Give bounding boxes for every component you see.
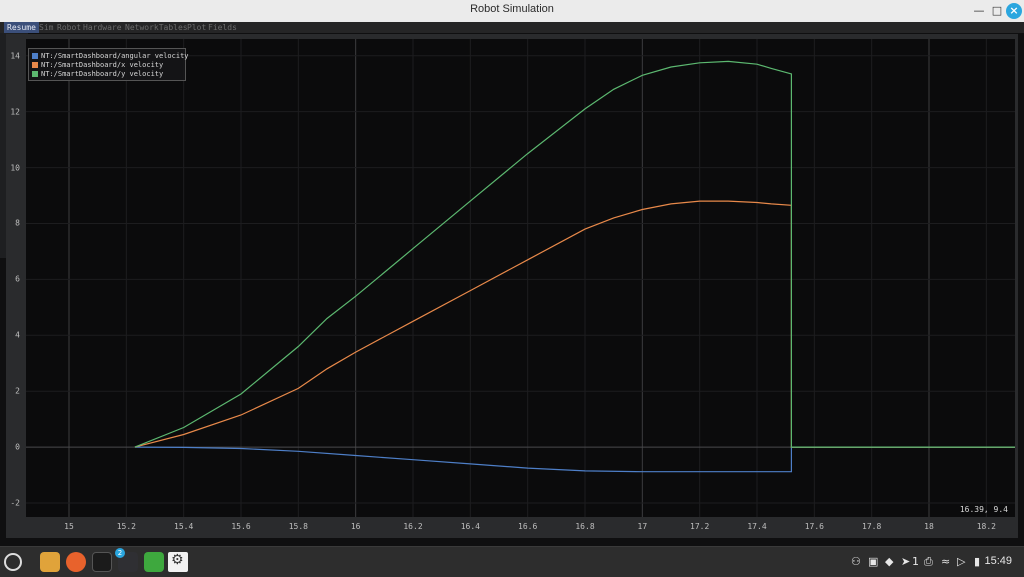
x-tick-label: 15 — [64, 522, 74, 531]
settings-gear-icon[interactable]: ⚙ — [168, 552, 188, 572]
legend-item-angular[interactable]: NT:/SmartDashboard/angular velocity — [32, 51, 189, 60]
y-tick-label: -2 — [10, 498, 20, 508]
series-line-2 — [134, 60, 1015, 448]
x-tick-label: 15.4 — [174, 522, 194, 531]
cursor-coordinate-readout: 16.39, 9.4 — [959, 505, 1008, 514]
vscode-icon[interactable]: 2 — [115, 548, 138, 572]
shield-icon[interactable] — [144, 552, 164, 572]
x-tick-label: 17.6 — [804, 522, 824, 531]
firefox-icon[interactable] — [66, 552, 86, 572]
notification-badge: 2 — [115, 548, 125, 558]
taskbar: 2 ⚙ ⚇ ▣ ◆ ➤ 1 ⎙ ≈ ▷ ▮ 15:49 — [0, 546, 1024, 577]
y-tick-label: 0 — [15, 442, 20, 452]
x-tick-label: 16 — [350, 522, 361, 531]
y-tick-label: 2 — [15, 386, 20, 396]
y-tick-label: 12 — [10, 107, 20, 117]
legend-label: NT:/SmartDashboard/x velocity — [41, 60, 164, 69]
x-tick-label: 17.4 — [747, 522, 767, 531]
workspace-number: 1 — [912, 555, 919, 568]
printer-icon[interactable]: ⎙ — [924, 555, 933, 569]
series-line-1 — [134, 200, 1015, 448]
volume-icon[interactable]: ▷ — [957, 555, 965, 568]
x-tick-label: 18 — [924, 522, 934, 531]
x-tick-label: 15.8 — [288, 522, 308, 531]
series-line-0 — [134, 446, 1015, 473]
security-icon[interactable]: ◆ — [885, 555, 893, 568]
x-tick-label: 16.6 — [518, 522, 538, 531]
clock: 15:49 — [984, 555, 1012, 567]
y-tick-label: 4 — [15, 330, 20, 340]
update-icon[interactable]: ➤ — [901, 555, 910, 568]
x-tick-label: 15.6 — [231, 522, 251, 531]
clipboard-icon[interactable]: ▣ — [868, 555, 878, 568]
terminal-icon[interactable] — [92, 552, 112, 572]
battery-icon[interactable]: ▮ — [974, 555, 980, 568]
y-tick-label: 8 — [15, 218, 20, 228]
legend-label: NT:/SmartDashboard/angular velocity — [41, 51, 189, 60]
x-tick-label: 17.8 — [862, 522, 882, 531]
line-chart — [26, 39, 1015, 517]
x-tick-label: 18.2 — [976, 522, 996, 531]
legend-label: NT:/SmartDashboard/y velocity — [41, 69, 164, 78]
x-tick-label: 17 — [637, 522, 648, 531]
wifi-icon[interactable]: ≈ — [941, 555, 950, 568]
y-tick-label: 10 — [10, 163, 20, 173]
y-tick-label: 6 — [15, 274, 20, 284]
x-tick-label: 16.2 — [403, 522, 423, 531]
x-tick-label: 16.4 — [460, 522, 480, 531]
legend-item-x[interactable]: NT:/SmartDashboard/x velocity — [32, 60, 163, 69]
legend-swatch — [32, 52, 38, 59]
x-tick-label: 16.8 — [575, 522, 595, 531]
x-tick-label: 15.2 — [116, 522, 136, 531]
x-tick-label: 17.2 — [690, 522, 710, 531]
start-menu-icon[interactable] — [4, 553, 22, 571]
y-tick-label: 14 — [10, 51, 20, 61]
legend-swatch — [32, 61, 38, 68]
files-icon[interactable] — [40, 552, 60, 572]
plot-legend: NT:/SmartDashboard/angular velocity NT:/… — [28, 48, 189, 81]
legend-item-y[interactable]: NT:/SmartDashboard/y velocity — [32, 69, 163, 78]
legend-swatch — [32, 70, 38, 77]
bluetooth-icon[interactable]: ⚇ — [851, 555, 861, 568]
